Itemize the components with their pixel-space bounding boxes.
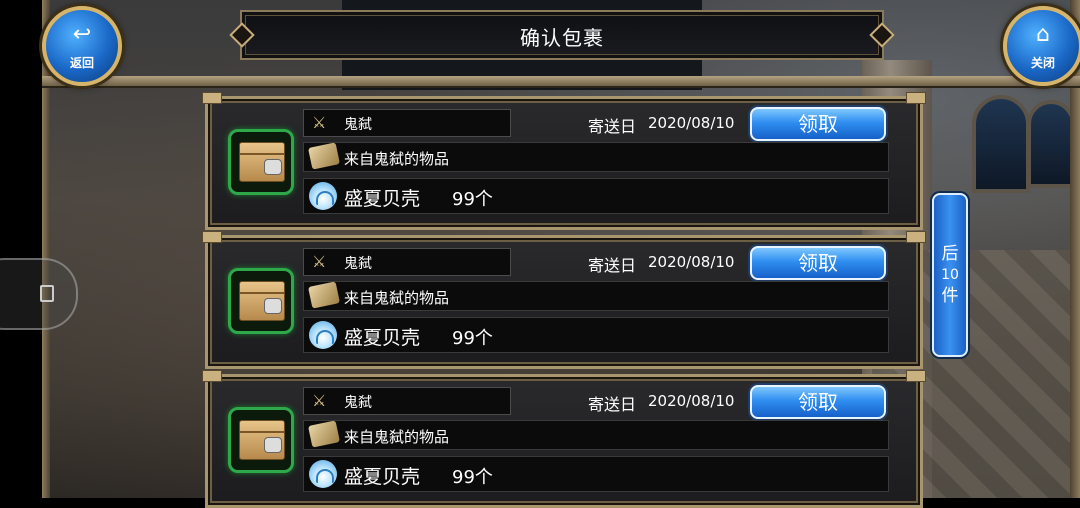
cat-sticker-icon xyxy=(264,159,282,175)
scroll-icon xyxy=(308,142,340,170)
message-field: 来自鬼弑的物品 xyxy=(303,142,889,172)
item-name: 盛夏贝壳 xyxy=(344,188,421,210)
crossed-swords-icon: ⚔ xyxy=(312,252,327,271)
card-corner-ornament xyxy=(906,370,926,382)
item-field: 盛夏贝壳 99个 xyxy=(303,317,889,353)
seashell-icon xyxy=(309,321,337,349)
parcel-card: ⚔ 鬼弑 寄送日 2020/08/10 领取 来自鬼弑的物品 盛夏贝壳 99个 xyxy=(202,92,926,230)
send-date-label: 寄送日 xyxy=(588,117,637,136)
send-date: 2020/08/10 xyxy=(648,253,735,271)
send-date: 2020/08/10 xyxy=(648,114,735,132)
crossed-swords-icon: ⚔ xyxy=(312,113,327,132)
title-bar: 确认包裹 xyxy=(229,10,895,60)
claim-button[interactable]: 领取 xyxy=(750,246,886,280)
sender-name: 鬼弑 xyxy=(344,256,372,272)
cat-sticker-icon xyxy=(264,298,282,314)
box-icon xyxy=(239,420,285,460)
frame-left-border xyxy=(42,0,50,498)
card-corner-ornament xyxy=(906,231,926,243)
scroll-icon xyxy=(308,420,340,448)
next-page-suffix: 件 xyxy=(941,286,959,306)
cat-sticker-icon xyxy=(264,437,282,453)
item-quantity: 99个 xyxy=(452,328,493,349)
back-arrow-icon: ↩ xyxy=(72,22,92,47)
send-date-label: 寄送日 xyxy=(588,395,637,414)
item-quantity: 99个 xyxy=(452,189,493,210)
claim-button[interactable]: 领取 xyxy=(750,107,886,141)
item-field: 盛夏贝壳 99个 xyxy=(303,178,889,214)
message-field: 来自鬼弑的物品 xyxy=(303,281,889,311)
message-text: 来自鬼弑的物品 xyxy=(344,428,450,446)
seashell-icon xyxy=(309,182,337,210)
send-date-label: 寄送日 xyxy=(588,256,637,275)
message-text: 来自鬼弑的物品 xyxy=(344,150,450,168)
frame-top-border xyxy=(42,76,1080,88)
side-floating-handle[interactable] xyxy=(0,258,78,330)
package-icon xyxy=(228,129,294,195)
next-page-count: 10 xyxy=(941,267,959,283)
box-icon xyxy=(239,281,285,321)
sender-name: 鬼弑 xyxy=(344,117,372,133)
next-page-prefix: 后 xyxy=(941,244,959,264)
message-text: 来自鬼弑的物品 xyxy=(344,289,450,307)
close-button[interactable]: ⌂ 关闭 xyxy=(1003,6,1080,86)
card-corner-ornament xyxy=(202,231,222,243)
frame-right-border xyxy=(1070,0,1080,498)
card-corner-ornament xyxy=(906,92,926,104)
scroll-icon xyxy=(308,281,340,309)
sender-field: ⚔ 鬼弑 xyxy=(303,109,511,137)
parcel-card: ⚔ 鬼弑 寄送日 2020/08/10 领取 来自鬼弑的物品 盛夏贝壳 99个 xyxy=(202,231,926,369)
box-icon xyxy=(239,142,285,182)
package-icon xyxy=(228,407,294,473)
sender-field: ⚔ 鬼弑 xyxy=(303,387,511,415)
left-black-bar xyxy=(0,0,42,498)
close-button-label: 关闭 xyxy=(1030,56,1055,70)
next-page-button[interactable]: 后 10 件 xyxy=(932,193,968,357)
sender-name: 鬼弑 xyxy=(344,395,372,411)
message-field: 来自鬼弑的物品 xyxy=(303,420,889,450)
item-field: 盛夏贝壳 99个 xyxy=(303,456,889,492)
background-window xyxy=(1027,100,1075,188)
home-icon: ⌂ xyxy=(1036,22,1050,47)
parcel-card: ⚔ 鬼弑 寄送日 2020/08/10 领取 来自鬼弑的物品 盛夏贝壳 99个 xyxy=(202,370,926,508)
item-quantity: 99个 xyxy=(452,467,493,488)
sender-field: ⚔ 鬼弑 xyxy=(303,248,511,276)
package-icon xyxy=(228,268,294,334)
back-button[interactable]: ↩ 返回 xyxy=(42,6,122,86)
send-date: 2020/08/10 xyxy=(648,392,735,410)
item-name: 盛夏贝壳 xyxy=(344,327,421,349)
card-corner-ornament xyxy=(202,92,222,104)
lock-icon xyxy=(40,285,54,302)
page-title: 确认包裹 xyxy=(520,26,604,50)
card-corner-ornament xyxy=(202,370,222,382)
back-button-label: 返回 xyxy=(69,56,94,70)
item-name: 盛夏贝壳 xyxy=(344,466,421,488)
claim-button[interactable]: 领取 xyxy=(750,385,886,419)
background-window xyxy=(972,95,1030,193)
crossed-swords-icon: ⚔ xyxy=(312,391,327,410)
seashell-icon xyxy=(309,460,337,488)
